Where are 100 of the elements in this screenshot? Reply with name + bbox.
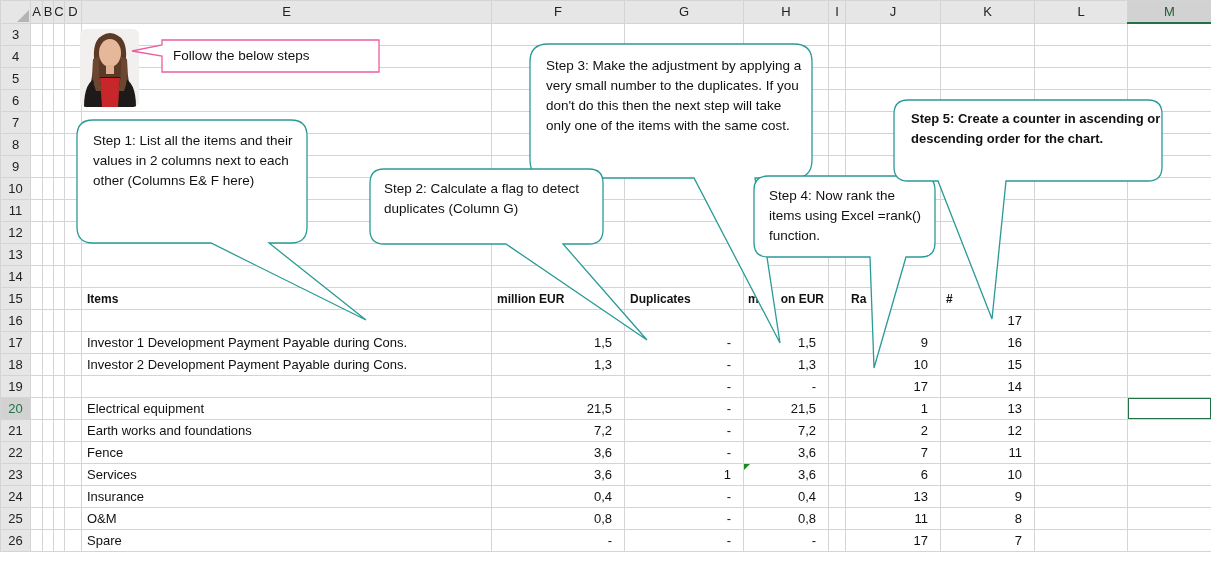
- row-header[interactable]: 21: [0, 419, 31, 442]
- table-cell: 10: [1007, 467, 1022, 482]
- row-header[interactable]: 19: [0, 375, 31, 398]
- column-header[interactable]: C: [53, 0, 65, 23]
- table-cell: 0,8: [593, 511, 612, 526]
- column-heading: million EUR: [497, 291, 565, 306]
- table-cell: -: [726, 379, 731, 394]
- row-header[interactable]: 20: [0, 397, 31, 420]
- callout-text: Step 1: List all the items and their values in 2 columns next to each other (Columns E& F here): [93, 132, 294, 190]
- table-cell: 1,5: [797, 335, 816, 350]
- table-cell: 0,4: [593, 489, 612, 504]
- row-header[interactable]: 11: [0, 199, 31, 222]
- table-cell: 17: [913, 533, 928, 548]
- table-cell: 1,3: [797, 357, 816, 372]
- column-header[interactable]: F: [491, 0, 625, 23]
- row-header[interactable]: 9: [0, 155, 31, 178]
- table-cell: 11: [914, 511, 928, 526]
- table-cell: 21,5: [586, 401, 612, 416]
- table-cell: Insurance: [87, 489, 145, 504]
- table-cell: 6: [920, 467, 928, 482]
- table-cell: 7: [1014, 533, 1022, 548]
- table-cell: 21,5: [790, 401, 816, 416]
- row-header[interactable]: 12: [0, 221, 31, 244]
- table-cell: 13: [913, 489, 928, 504]
- table-cell: 1,3: [593, 357, 612, 372]
- row-header[interactable]: 25: [0, 507, 31, 530]
- table-cell: 7,2: [797, 423, 816, 438]
- row-header[interactable]: 6: [0, 89, 31, 112]
- table-cell: 7,2: [593, 423, 612, 438]
- table-cell: 0,4: [797, 489, 816, 504]
- row-header[interactable]: 22: [0, 441, 31, 464]
- column-heading: on EUR: [780, 291, 824, 306]
- table-cell: -: [726, 445, 731, 460]
- table-cell: -: [726, 357, 731, 372]
- row-header[interactable]: 26: [0, 529, 31, 552]
- table-cell: Spare: [87, 533, 122, 548]
- column-header[interactable]: K: [940, 0, 1035, 23]
- row-header[interactable]: 23: [0, 463, 31, 486]
- table-cell: Investor 2 Development Payment Payable during Cons.: [87, 357, 408, 372]
- table-cell: 17: [913, 379, 928, 394]
- table-cell: 16: [1007, 335, 1022, 350]
- row-header[interactable]: 10: [0, 177, 31, 200]
- column-header[interactable]: G: [624, 0, 744, 23]
- table-cell: -: [726, 423, 731, 438]
- table-cell: 2: [920, 423, 928, 438]
- table-cell: 11: [1008, 445, 1022, 460]
- column-header[interactable]: J: [845, 0, 941, 23]
- table-cell: 1: [920, 401, 928, 416]
- table-cell: 7: [920, 445, 928, 460]
- selected-cell[interactable]: [1128, 398, 1211, 419]
- table-cell: 1,5: [593, 335, 612, 350]
- table-cell: -: [726, 533, 731, 548]
- row-header[interactable]: 24: [0, 485, 31, 508]
- callout-text: Follow the below steps: [173, 47, 311, 65]
- table-cell: -: [726, 401, 731, 416]
- table-cell: 17: [1007, 313, 1022, 328]
- table-cell: Investor 1 Development Payment Payable during Cons.: [87, 335, 408, 350]
- table-cell: -: [607, 533, 612, 548]
- row-header[interactable]: 8: [0, 133, 31, 156]
- table-cell: Services: [87, 467, 137, 482]
- table-cell: -: [726, 335, 731, 350]
- row-header[interactable]: 3: [0, 23, 31, 46]
- row-header[interactable]: 17: [0, 331, 31, 354]
- table-cell: -: [726, 489, 731, 504]
- callout-text: Step 5: Create a counter in ascending or descending order for the chart.: [911, 110, 1161, 148]
- callout-text: Step 4: Now rank the items using Excel =rank() function.: [769, 187, 922, 245]
- row-header[interactable]: 18: [0, 353, 31, 376]
- table-cell: 9: [920, 335, 928, 350]
- table-cell: -: [811, 379, 816, 394]
- column-header[interactable]: E: [81, 0, 492, 23]
- callout-text: Step 3: Make the adjustment by applying a very small number to the duplicates. If you don't do this then the next step will take only one of the items with the same cost.: [546, 57, 803, 135]
- table-cell: 12: [1007, 423, 1022, 438]
- table-cell: 13: [1007, 401, 1022, 416]
- column-header[interactable]: M: [1127, 0, 1211, 23]
- column-heading: Ra: [851, 291, 867, 306]
- row-header[interactable]: 14: [0, 265, 31, 288]
- table-cell: Fence: [87, 445, 124, 460]
- row-header[interactable]: 4: [0, 45, 31, 68]
- table-cell: -: [726, 511, 731, 526]
- table-cell: 14: [1007, 379, 1022, 394]
- column-heading: Items: [87, 291, 119, 306]
- row-header[interactable]: 15: [0, 287, 31, 310]
- table-cell: -: [811, 533, 816, 548]
- row-header[interactable]: 13: [0, 243, 31, 266]
- column-header[interactable]: B: [42, 0, 54, 23]
- row-header[interactable]: 16: [0, 309, 31, 332]
- column-heading: #: [946, 291, 953, 306]
- table-cell: 3,6: [593, 445, 612, 460]
- column-header[interactable]: H: [743, 0, 829, 23]
- column-header[interactable]: L: [1034, 0, 1128, 23]
- row-header[interactable]: 5: [0, 67, 31, 90]
- table-cell: O&M: [87, 511, 117, 526]
- table-cell: Electrical equipment: [87, 401, 205, 416]
- table-cell: 1: [723, 467, 731, 482]
- column-heading: Duplicates: [630, 291, 691, 306]
- table-cell: 10: [913, 357, 928, 372]
- table-cell: 0,8: [797, 511, 816, 526]
- table-cell: 3,6: [797, 445, 816, 460]
- row-header[interactable]: 7: [0, 111, 31, 134]
- table-cell: 8: [1014, 511, 1022, 526]
